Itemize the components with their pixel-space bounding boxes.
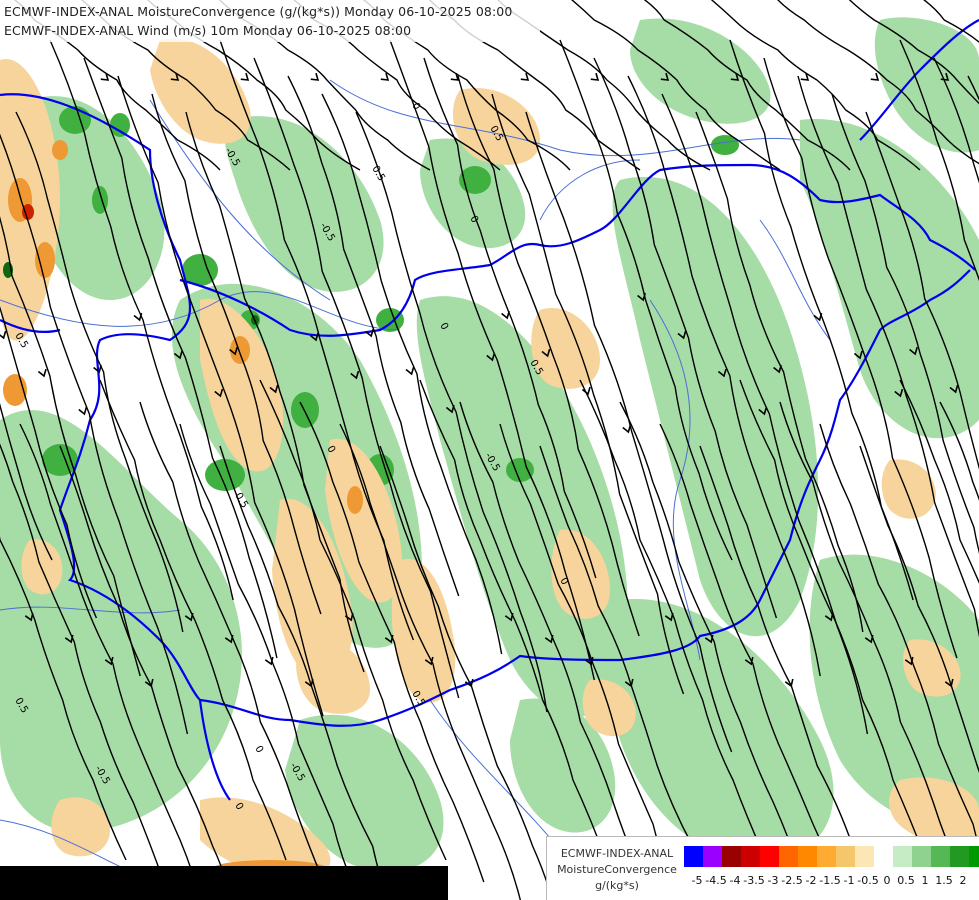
legend-swatch xyxy=(703,846,722,867)
legend-swatch xyxy=(722,846,741,867)
legend-swatch xyxy=(950,846,969,867)
legend-unit: g/(kg*s) xyxy=(595,879,639,892)
legend-swatches xyxy=(684,846,979,867)
legend-tick-label: 2 xyxy=(959,874,967,887)
legend-swatch xyxy=(855,846,874,867)
legend-swatch xyxy=(893,846,912,867)
legend-swatch xyxy=(684,846,703,867)
legend-ticks: -5 -4.5 -4 -3.5 -3 -2.5 -2 -1.5 -1 -0.5 0 0.5 1 1.5 2 xyxy=(692,874,979,890)
legend-tick-label: -1 xyxy=(843,874,855,887)
legend-tick-label: -3.5 xyxy=(743,874,765,887)
legend-model: ECMWF-INDEX-ANAL xyxy=(560,847,674,860)
legend-tick-label: 0.5 xyxy=(897,874,915,887)
legend-swatch xyxy=(779,846,798,867)
legend-swatch xyxy=(817,846,836,867)
legend-tick-label: 0 xyxy=(883,874,891,887)
color-legend: ECMWF-INDEX-ANAL MoistureConvergence g/(… xyxy=(546,836,979,900)
bottom-bar xyxy=(0,866,448,900)
legend-tick-label: -4.5 xyxy=(705,874,727,887)
legend-swatch xyxy=(874,846,893,867)
legend-swatch xyxy=(836,846,855,867)
legend-tick-label: -2.5 xyxy=(781,874,803,887)
map-canvas: 00.5-0.50.50-0.50.500.5-0.500.50-0.50.50… xyxy=(0,0,979,900)
legend-swatch xyxy=(912,846,931,867)
legend-tick-label: -1.5 xyxy=(819,874,841,887)
legend-swatch xyxy=(798,846,817,867)
legend-swatch xyxy=(741,846,760,867)
weather-map: 0 0.5 -0.5 0.5 0 -0.5 0.5 0 0.5 -0.5 0 0.5 0 -0.5 0.5 0… xyxy=(0,0,979,900)
map-header: ECMWF-INDEX-ANAL MoistureConvergence (g/… xyxy=(0,0,540,42)
legend-swatch xyxy=(760,846,779,867)
legend-tick-label: -3 xyxy=(767,874,779,887)
legend-tick-label: -0.5 xyxy=(857,874,879,887)
legend-tick-label: 1 xyxy=(921,874,929,887)
legend-swatch xyxy=(969,846,979,867)
legend-swatch xyxy=(931,846,950,867)
legend-tick-label: -2 xyxy=(805,874,817,887)
legend-tick-label: 1.5 xyxy=(935,874,953,887)
header-title-wind: ECMWF-INDEX-ANAL Wind (m/s) 10m Monday 0… xyxy=(4,23,412,38)
legend-tick-label: -5 xyxy=(691,874,703,887)
legend-tick-label: -4 xyxy=(729,874,741,887)
header-title-moisture: ECMWF-INDEX-ANAL MoistureConvergence (g/… xyxy=(4,4,513,19)
legend-variable: MoistureConvergence xyxy=(557,863,677,876)
